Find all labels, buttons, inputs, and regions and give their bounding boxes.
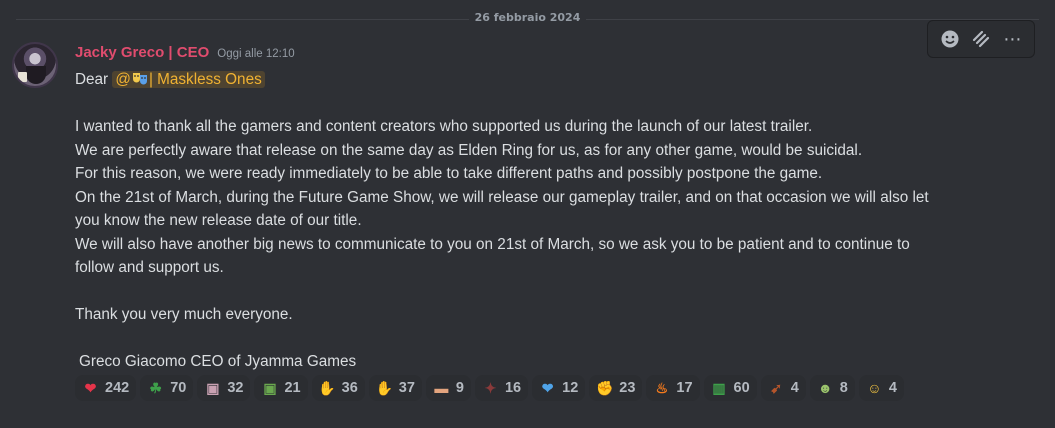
performing-arts-icon bbox=[132, 73, 147, 85]
date-divider: 26 febbraio 2024 bbox=[0, 11, 1055, 24]
custom-emoji-icon: ✦ bbox=[484, 379, 497, 396]
message-header: Jacky Greco | CEO Oggi alle 12:10 bbox=[75, 44, 295, 64]
reaction-pill[interactable]: ☘ 70 bbox=[140, 375, 194, 401]
message-line: For this reason, we were ready immediate… bbox=[75, 165, 823, 182]
greeting-line: Dear @ | Maskless Ones bbox=[75, 68, 1035, 92]
custom-emoji-icon: ▣ bbox=[206, 379, 220, 396]
clapping-hands-icon: ✋ bbox=[375, 379, 393, 396]
message-line: follow and support us. bbox=[75, 259, 224, 276]
hyperlink-icon bbox=[972, 30, 990, 48]
reaction-pill[interactable]: ✋ 36 bbox=[311, 375, 365, 401]
reaction-pill[interactable]: ▥ 60 bbox=[703, 375, 757, 401]
author-name[interactable]: Jacky Greco | CEO bbox=[75, 44, 209, 61]
more-options-button[interactable]: ⋯ bbox=[999, 26, 1025, 52]
add-reaction-button[interactable] bbox=[937, 26, 963, 52]
reaction-pill[interactable]: ▣ 21 bbox=[254, 375, 308, 401]
reaction-count: 36 bbox=[341, 380, 358, 396]
avatar-cup bbox=[18, 72, 27, 82]
greeting-prefix: Dear bbox=[75, 71, 109, 88]
message-line: you know the new release date of our tit… bbox=[75, 212, 362, 229]
performing-arts-icon: ☻ bbox=[817, 379, 833, 396]
message-line: We are perfectly aware that release on t… bbox=[75, 141, 863, 159]
reaction-count: 37 bbox=[398, 380, 415, 396]
thanks-line: Thank you very much everyone. bbox=[75, 306, 293, 323]
smiling-tear-face-icon: ☺ bbox=[867, 379, 882, 396]
mention-at: @ bbox=[115, 71, 131, 88]
reaction-bar: ❤ 242 ☘ 70 ▣ 32 ▣ 21 ✋ 36 ✋ 37 ▬ 9 ✦ 16 ❤ 12 ✊ 23 ♨ 17 ▥ 60 ➹ 4 ☻ 8… bbox=[75, 375, 904, 401]
reaction-pill[interactable]: ☻ 8 bbox=[809, 375, 855, 401]
reaction-count: 21 bbox=[284, 380, 301, 396]
message-line: We will also have another big news to co… bbox=[75, 235, 910, 253]
italy-flag-icon: ▥ bbox=[712, 379, 726, 396]
reaction-count: 70 bbox=[170, 380, 187, 396]
avatar-beard bbox=[26, 66, 46, 84]
reaction-count: 16 bbox=[504, 380, 522, 396]
reaction-pill[interactable]: ▬ 9 bbox=[425, 375, 471, 401]
reaction-count: 60 bbox=[733, 380, 750, 396]
thumbs-up-icon: ✊ bbox=[596, 379, 614, 396]
message-list: 26 febbraio 2024 Jacky Greco | CEO Oggi … bbox=[0, 0, 1055, 428]
folded-hands-icon: ✋ bbox=[318, 379, 336, 396]
message-line: On the 21st of March, during the Future … bbox=[75, 188, 929, 206]
reaction-count: 4 bbox=[888, 380, 897, 396]
red-heart-icon: ❤ bbox=[84, 379, 97, 396]
reaction-count: 4 bbox=[790, 380, 799, 396]
fire-icon: ♨ bbox=[655, 379, 669, 396]
reaction-pill[interactable]: ❤ 12 bbox=[532, 375, 586, 401]
message-actions-toolbar: ⋯ bbox=[927, 20, 1035, 58]
reaction-pill[interactable]: ❤ 242 bbox=[75, 375, 137, 401]
signature-line: Greco Giacomo CEO of Jyamma Games bbox=[79, 353, 357, 370]
add-reaction-icon bbox=[941, 30, 959, 48]
reaction-pill[interactable]: ▣ 32 bbox=[197, 375, 251, 401]
custom-emoji-icon: ▣ bbox=[263, 379, 277, 396]
role-mention[interactable]: @ | Maskless Ones bbox=[112, 71, 265, 88]
bandage-icon: ▬ bbox=[434, 379, 449, 396]
message-content: Dear @ | Maskless Ones I wanted to thank… bbox=[75, 68, 1035, 374]
reaction-count: 8 bbox=[839, 380, 848, 396]
reaction-pill[interactable]: ☺ 4 bbox=[858, 375, 904, 401]
reaction-count: 32 bbox=[227, 380, 244, 396]
message-line: I wanted to thank all the gamers and con… bbox=[75, 118, 813, 135]
reaction-count: 242 bbox=[105, 380, 130, 396]
reaction-pill[interactable]: ✊ 23 bbox=[589, 375, 643, 401]
custom-emoji-icon: ➹ bbox=[770, 379, 783, 396]
mention-text: | Maskless Ones bbox=[148, 71, 262, 88]
reaction-count: 23 bbox=[619, 380, 636, 396]
reaction-count: 12 bbox=[562, 380, 579, 396]
reaction-count: 9 bbox=[455, 380, 464, 396]
blue-heart-icon: ❤ bbox=[541, 379, 554, 396]
copy-link-button[interactable] bbox=[968, 26, 994, 52]
reaction-pill[interactable]: ♨ 17 bbox=[646, 375, 700, 401]
reaction-pill[interactable]: ➹ 4 bbox=[760, 375, 806, 401]
message-timestamp[interactable]: Oggi alle 12:10 bbox=[217, 48, 294, 60]
reaction-pill[interactable]: ✦ 16 bbox=[474, 375, 529, 401]
avatar[interactable] bbox=[12, 42, 58, 88]
date-divider-label: 26 febbraio 2024 bbox=[468, 11, 587, 24]
reaction-count: 17 bbox=[676, 380, 693, 396]
more-options-icon: ⋯ bbox=[1003, 28, 1022, 50]
four-leaf-clover-icon: ☘ bbox=[149, 379, 162, 396]
reaction-pill[interactable]: ✋ 37 bbox=[368, 375, 422, 401]
